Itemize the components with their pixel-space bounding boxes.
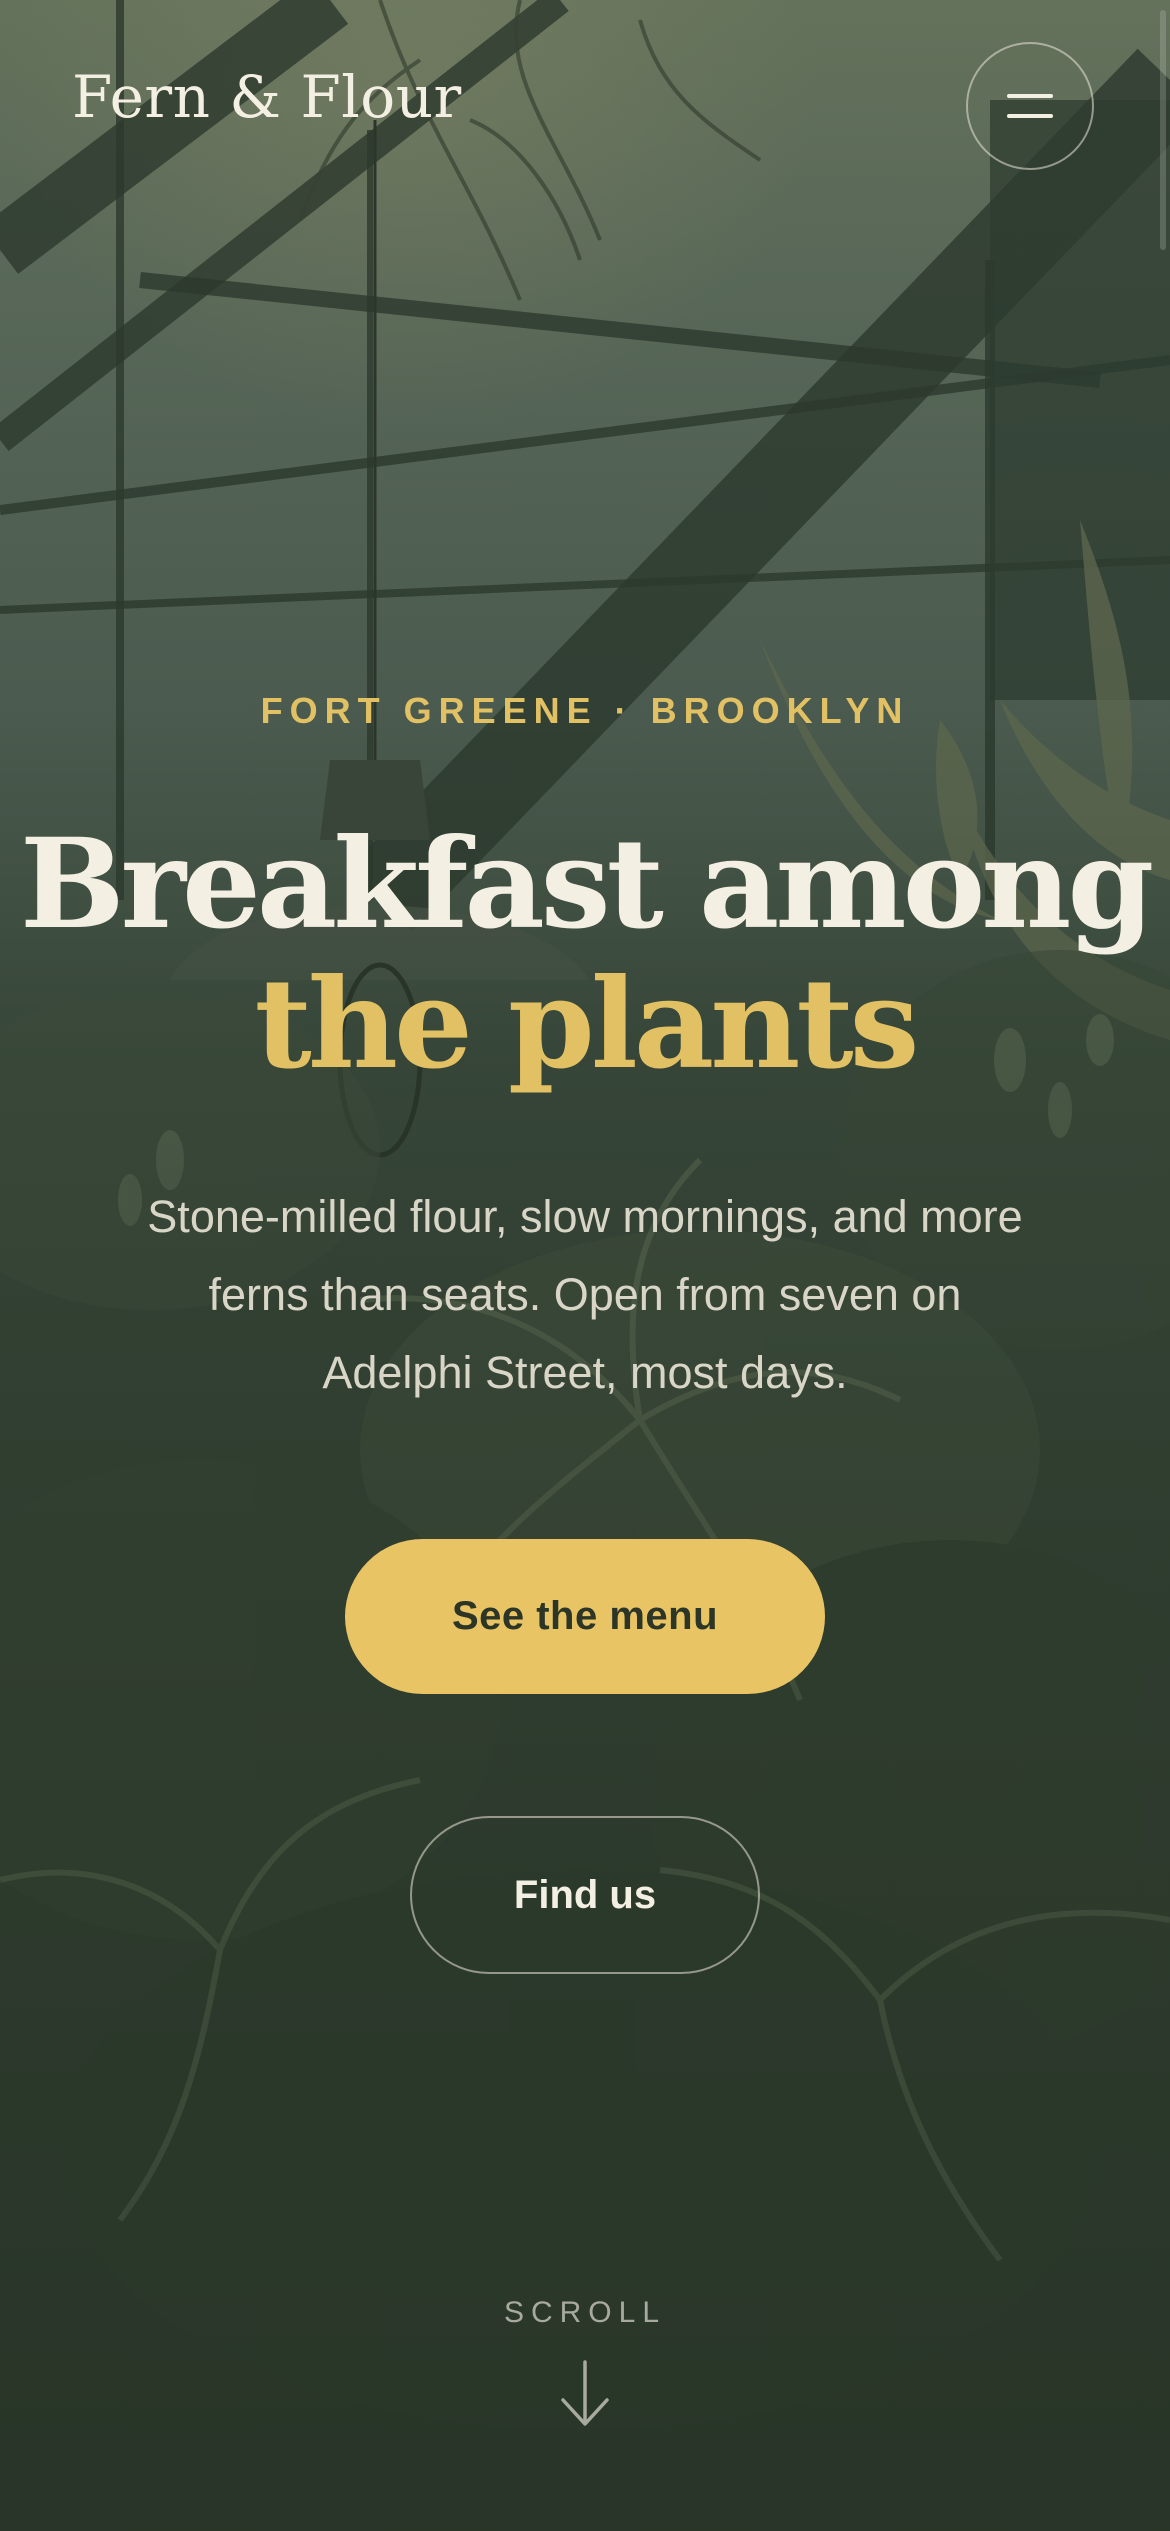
- headline-line-1: Breakfast among: [19, 812, 1154, 957]
- brand-logo[interactable]: Fern & Flour: [72, 68, 462, 126]
- location-eyebrow: FORT GREENE · BROOKLYN: [260, 690, 910, 731]
- see-menu-button[interactable]: See the menu: [345, 1539, 825, 1694]
- hero-description: Stone-milled flour, slow mornings, and m…: [147, 1191, 1023, 1398]
- headline-line-2: the plants: [254, 952, 920, 1097]
- arrow-down-icon[interactable]: [555, 2360, 615, 2428]
- hero-headline: Breakfast among the plants: [0, 815, 1170, 1095]
- find-us-button[interactable]: Find us: [410, 1816, 760, 1974]
- scroll-label: SCROLL: [503, 2296, 667, 2329]
- hamburger-menu-icon: [1007, 94, 1053, 118]
- menu-button[interactable]: [966, 42, 1094, 170]
